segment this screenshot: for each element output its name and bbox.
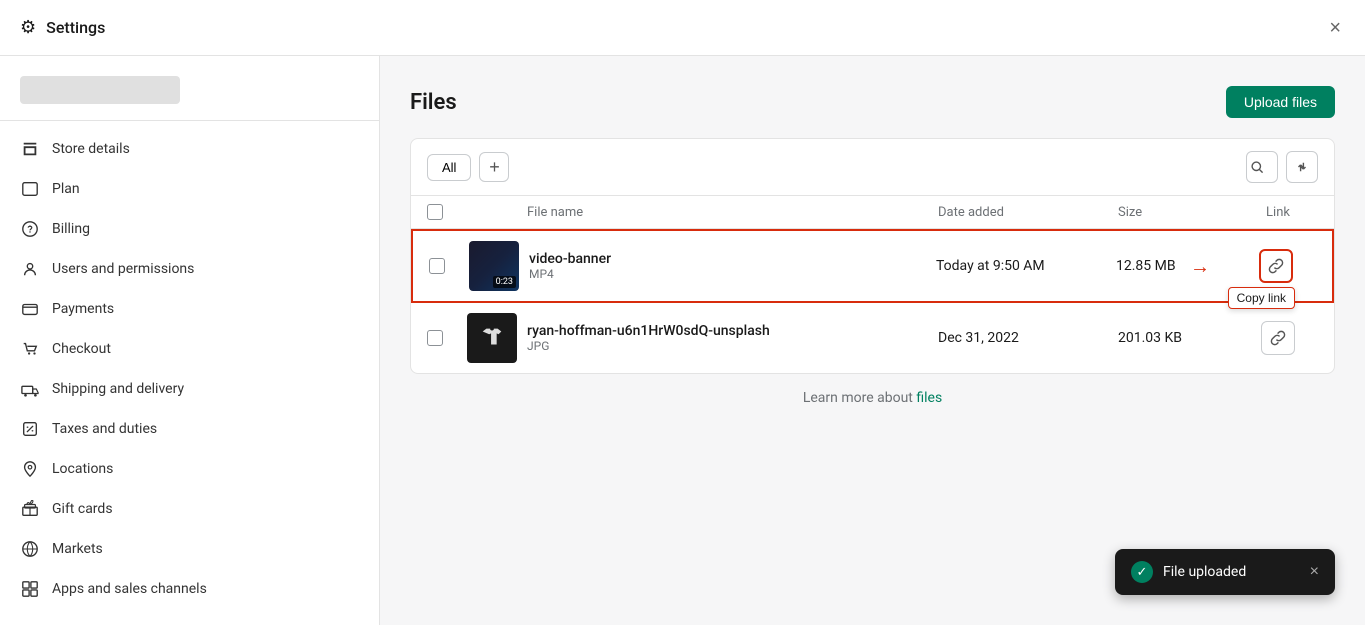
- row2-link-cell: [1238, 321, 1318, 355]
- sidebar-item-gift-cards-label: Gift cards: [52, 501, 113, 517]
- shipping-icon: [20, 379, 40, 399]
- main-layout: Store details Plan Billing: [0, 56, 1365, 625]
- sidebar: Store details Plan Billing: [0, 56, 380, 625]
- app-container: ⚙ Settings × Store details: [0, 0, 1365, 625]
- copy-link-button-row2[interactable]: [1261, 321, 1295, 355]
- sidebar-logo-area: [0, 56, 379, 121]
- row2-filetype: JPG: [527, 339, 938, 353]
- col-filename: File name: [527, 205, 938, 220]
- row2-date: Dec 31, 2022: [938, 330, 1118, 346]
- sidebar-item-store-details[interactable]: Store details: [0, 129, 379, 169]
- toolbar-left: All +: [427, 152, 509, 182]
- table-row: 0:23 video-banner MP4 Today at 9:50 AM 1…: [411, 229, 1334, 303]
- taxes-icon: [20, 419, 40, 439]
- sort-button[interactable]: [1286, 151, 1318, 183]
- content-header: Files Upload files: [410, 86, 1335, 118]
- col-size: Size: [1118, 205, 1238, 220]
- header: ⚙ Settings ×: [0, 0, 1365, 56]
- files-link[interactable]: files: [916, 390, 942, 406]
- row2-file-info: ryan-hoffman-u6n1HrW0sdQ-unsplash JPG: [527, 323, 938, 353]
- location-icon: [20, 459, 40, 479]
- sidebar-item-shipping-label: Shipping and delivery: [52, 381, 184, 397]
- row2-filename: ryan-hoffman-u6n1HrW0sdQ-unsplash: [527, 323, 938, 339]
- toolbar-right: [1246, 151, 1318, 183]
- user-icon: [20, 259, 40, 279]
- col-date: Date added: [938, 205, 1118, 220]
- checkout-icon: [20, 339, 40, 359]
- sidebar-item-payments[interactable]: Payments: [0, 289, 379, 329]
- sidebar-item-shipping[interactable]: Shipping and delivery: [0, 369, 379, 409]
- row1-filetype: MP4: [529, 267, 936, 281]
- markets-icon: [20, 539, 40, 559]
- store-icon: [20, 139, 40, 159]
- row1-size: 12.85 MB: [1116, 258, 1236, 274]
- select-all-checkbox[interactable]: [427, 204, 467, 220]
- sidebar-item-apps-sales-channels[interactable]: Apps and sales channels: [0, 569, 379, 609]
- sidebar-item-plan-label: Plan: [52, 181, 80, 197]
- col-link: Link: [1238, 205, 1318, 220]
- video-duration: 0:23: [493, 276, 516, 288]
- row2-size: 201.03 KB: [1118, 330, 1238, 346]
- sidebar-item-plan[interactable]: Plan: [0, 169, 379, 209]
- sidebar-item-checkout-label: Checkout: [52, 341, 111, 357]
- toast-close-button[interactable]: ×: [1310, 563, 1319, 581]
- billing-icon: [20, 219, 40, 239]
- sidebar-item-payments-label: Payments: [52, 301, 114, 317]
- learn-more-text: Learn more about: [803, 390, 917, 406]
- header-title: Settings: [46, 18, 105, 37]
- learn-more-section: Learn more about files: [410, 374, 1335, 422]
- sidebar-item-checkout[interactable]: Checkout: [0, 329, 379, 369]
- tab-all[interactable]: All: [427, 154, 471, 181]
- sidebar-item-store-details-label: Store details: [52, 141, 130, 157]
- header-left: ⚙ Settings: [20, 17, 105, 38]
- files-toolbar: All +: [411, 139, 1334, 196]
- tshirt-thumbnail: [467, 313, 517, 363]
- row2-checkbox[interactable]: [427, 330, 467, 346]
- toast-notification: ✓ File uploaded ×: [1115, 549, 1335, 595]
- sidebar-item-taxes[interactable]: Taxes and duties: [0, 409, 379, 449]
- search-filter-button[interactable]: [1246, 151, 1278, 183]
- sidebar-nav: Store details Plan Billing: [0, 121, 379, 617]
- gift-icon: [20, 499, 40, 519]
- sidebar-item-locations-label: Locations: [52, 461, 113, 477]
- row2-thumbnail: [467, 313, 527, 363]
- sidebar-item-taxes-label: Taxes and duties: [52, 421, 157, 437]
- files-card: All +: [410, 138, 1335, 374]
- sidebar-item-locations[interactable]: Locations: [0, 449, 379, 489]
- row1-checkbox[interactable]: [429, 258, 469, 274]
- sidebar-item-users-label: Users and permissions: [52, 261, 194, 277]
- video-thumbnail: 0:23: [469, 241, 519, 291]
- copy-link-tooltip: Copy link: [1228, 287, 1295, 309]
- apps-icon: [20, 579, 40, 599]
- arrow-indicator: →: [1190, 254, 1210, 279]
- row1-thumbnail: 0:23: [469, 241, 529, 291]
- toast-success-icon: ✓: [1131, 561, 1153, 583]
- page-title: Files: [410, 90, 457, 115]
- row1-filename: video-banner: [529, 251, 936, 267]
- payments-icon: [20, 299, 40, 319]
- upload-files-button[interactable]: Upload files: [1226, 86, 1335, 118]
- sidebar-item-billing[interactable]: Billing: [0, 209, 379, 249]
- copy-link-button-row1[interactable]: Copy link: [1259, 249, 1293, 283]
- store-logo: [20, 76, 180, 104]
- row1-link-cell: → Copy link: [1236, 249, 1316, 283]
- plan-icon: [20, 179, 40, 199]
- row1-date: Today at 9:50 AM: [936, 258, 1116, 274]
- toast-message: File uploaded: [1163, 564, 1246, 580]
- sidebar-item-gift-cards[interactable]: Gift cards: [0, 489, 379, 529]
- table-header-row: File name Date added Size Link: [411, 196, 1334, 229]
- table-row: ryan-hoffman-u6n1HrW0sdQ-unsplash JPG De…: [411, 303, 1334, 373]
- add-filter-button[interactable]: +: [479, 152, 509, 182]
- sidebar-item-billing-label: Billing: [52, 221, 90, 237]
- settings-gear-icon: ⚙: [20, 17, 36, 38]
- close-button[interactable]: ×: [1325, 14, 1345, 42]
- content-area: Files Upload files All +: [380, 56, 1365, 625]
- sidebar-item-markets-label: Markets: [52, 541, 103, 557]
- sidebar-item-apps-label: Apps and sales channels: [52, 581, 207, 597]
- sidebar-item-markets[interactable]: Markets: [0, 529, 379, 569]
- row1-file-info: video-banner MP4: [529, 251, 936, 281]
- sidebar-item-users-permissions[interactable]: Users and permissions: [0, 249, 379, 289]
- files-table: File name Date added Size Link: [411, 196, 1334, 373]
